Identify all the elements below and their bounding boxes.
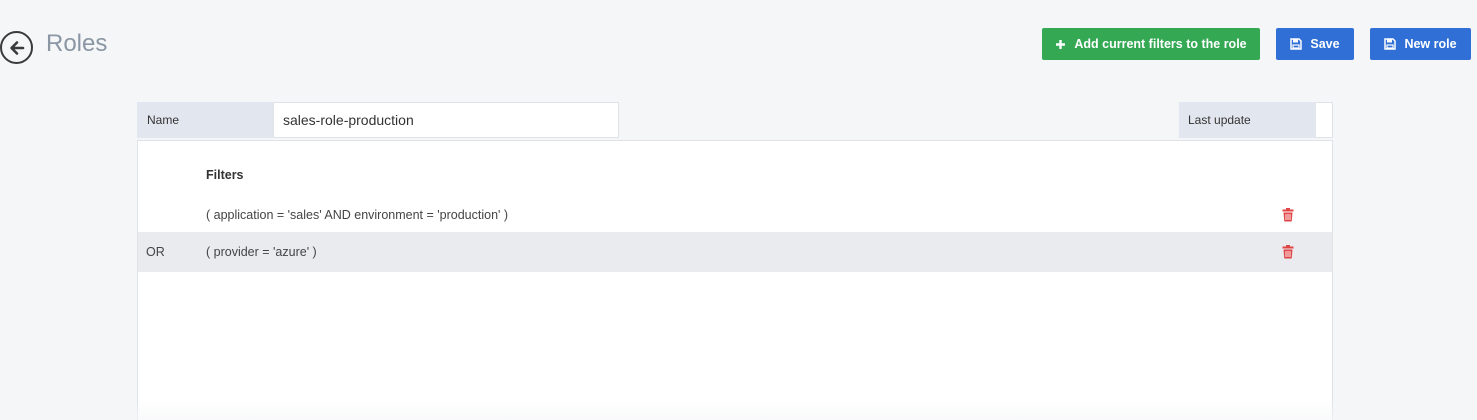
filter-operator: OR — [146, 245, 165, 259]
new-role-button[interactable]: New role — [1370, 28, 1471, 60]
add-current-filters-button[interactable]: Add current filters to the role — [1042, 28, 1260, 60]
last-update-value — [1316, 102, 1333, 138]
plus-icon — [1055, 39, 1066, 50]
name-label: Name — [137, 102, 273, 138]
filter-expression: ( application = 'sales' AND environment … — [206, 208, 509, 222]
filter-row: ( application = 'sales' AND environment … — [138, 195, 1332, 235]
save-label: Save — [1310, 37, 1340, 51]
filters-panel: Filters ( application = 'sales' AND envi… — [137, 140, 1333, 420]
floppy-disk-icon — [1290, 38, 1303, 50]
trash-icon[interactable] — [1281, 245, 1295, 259]
role-name-input[interactable] — [273, 102, 619, 138]
new-role-label: New role — [1404, 37, 1457, 51]
save-button[interactable]: Save — [1276, 28, 1354, 60]
arrow-left-icon — [9, 40, 24, 55]
filters-header: Filters — [206, 168, 244, 182]
role-info-row: Name Last update — [137, 102, 1333, 138]
trash-icon[interactable] — [1281, 208, 1295, 222]
last-update-label: Last update — [1179, 102, 1316, 138]
page-title: Roles — [46, 30, 108, 57]
back-button[interactable] — [0, 31, 33, 64]
filter-row: OR ( provider = 'azure' ) — [138, 232, 1332, 272]
filter-expression: ( provider = 'azure' ) — [206, 245, 317, 259]
floppy-disk-icon — [1384, 38, 1397, 50]
add-current-filters-label: Add current filters to the role — [1074, 37, 1247, 51]
